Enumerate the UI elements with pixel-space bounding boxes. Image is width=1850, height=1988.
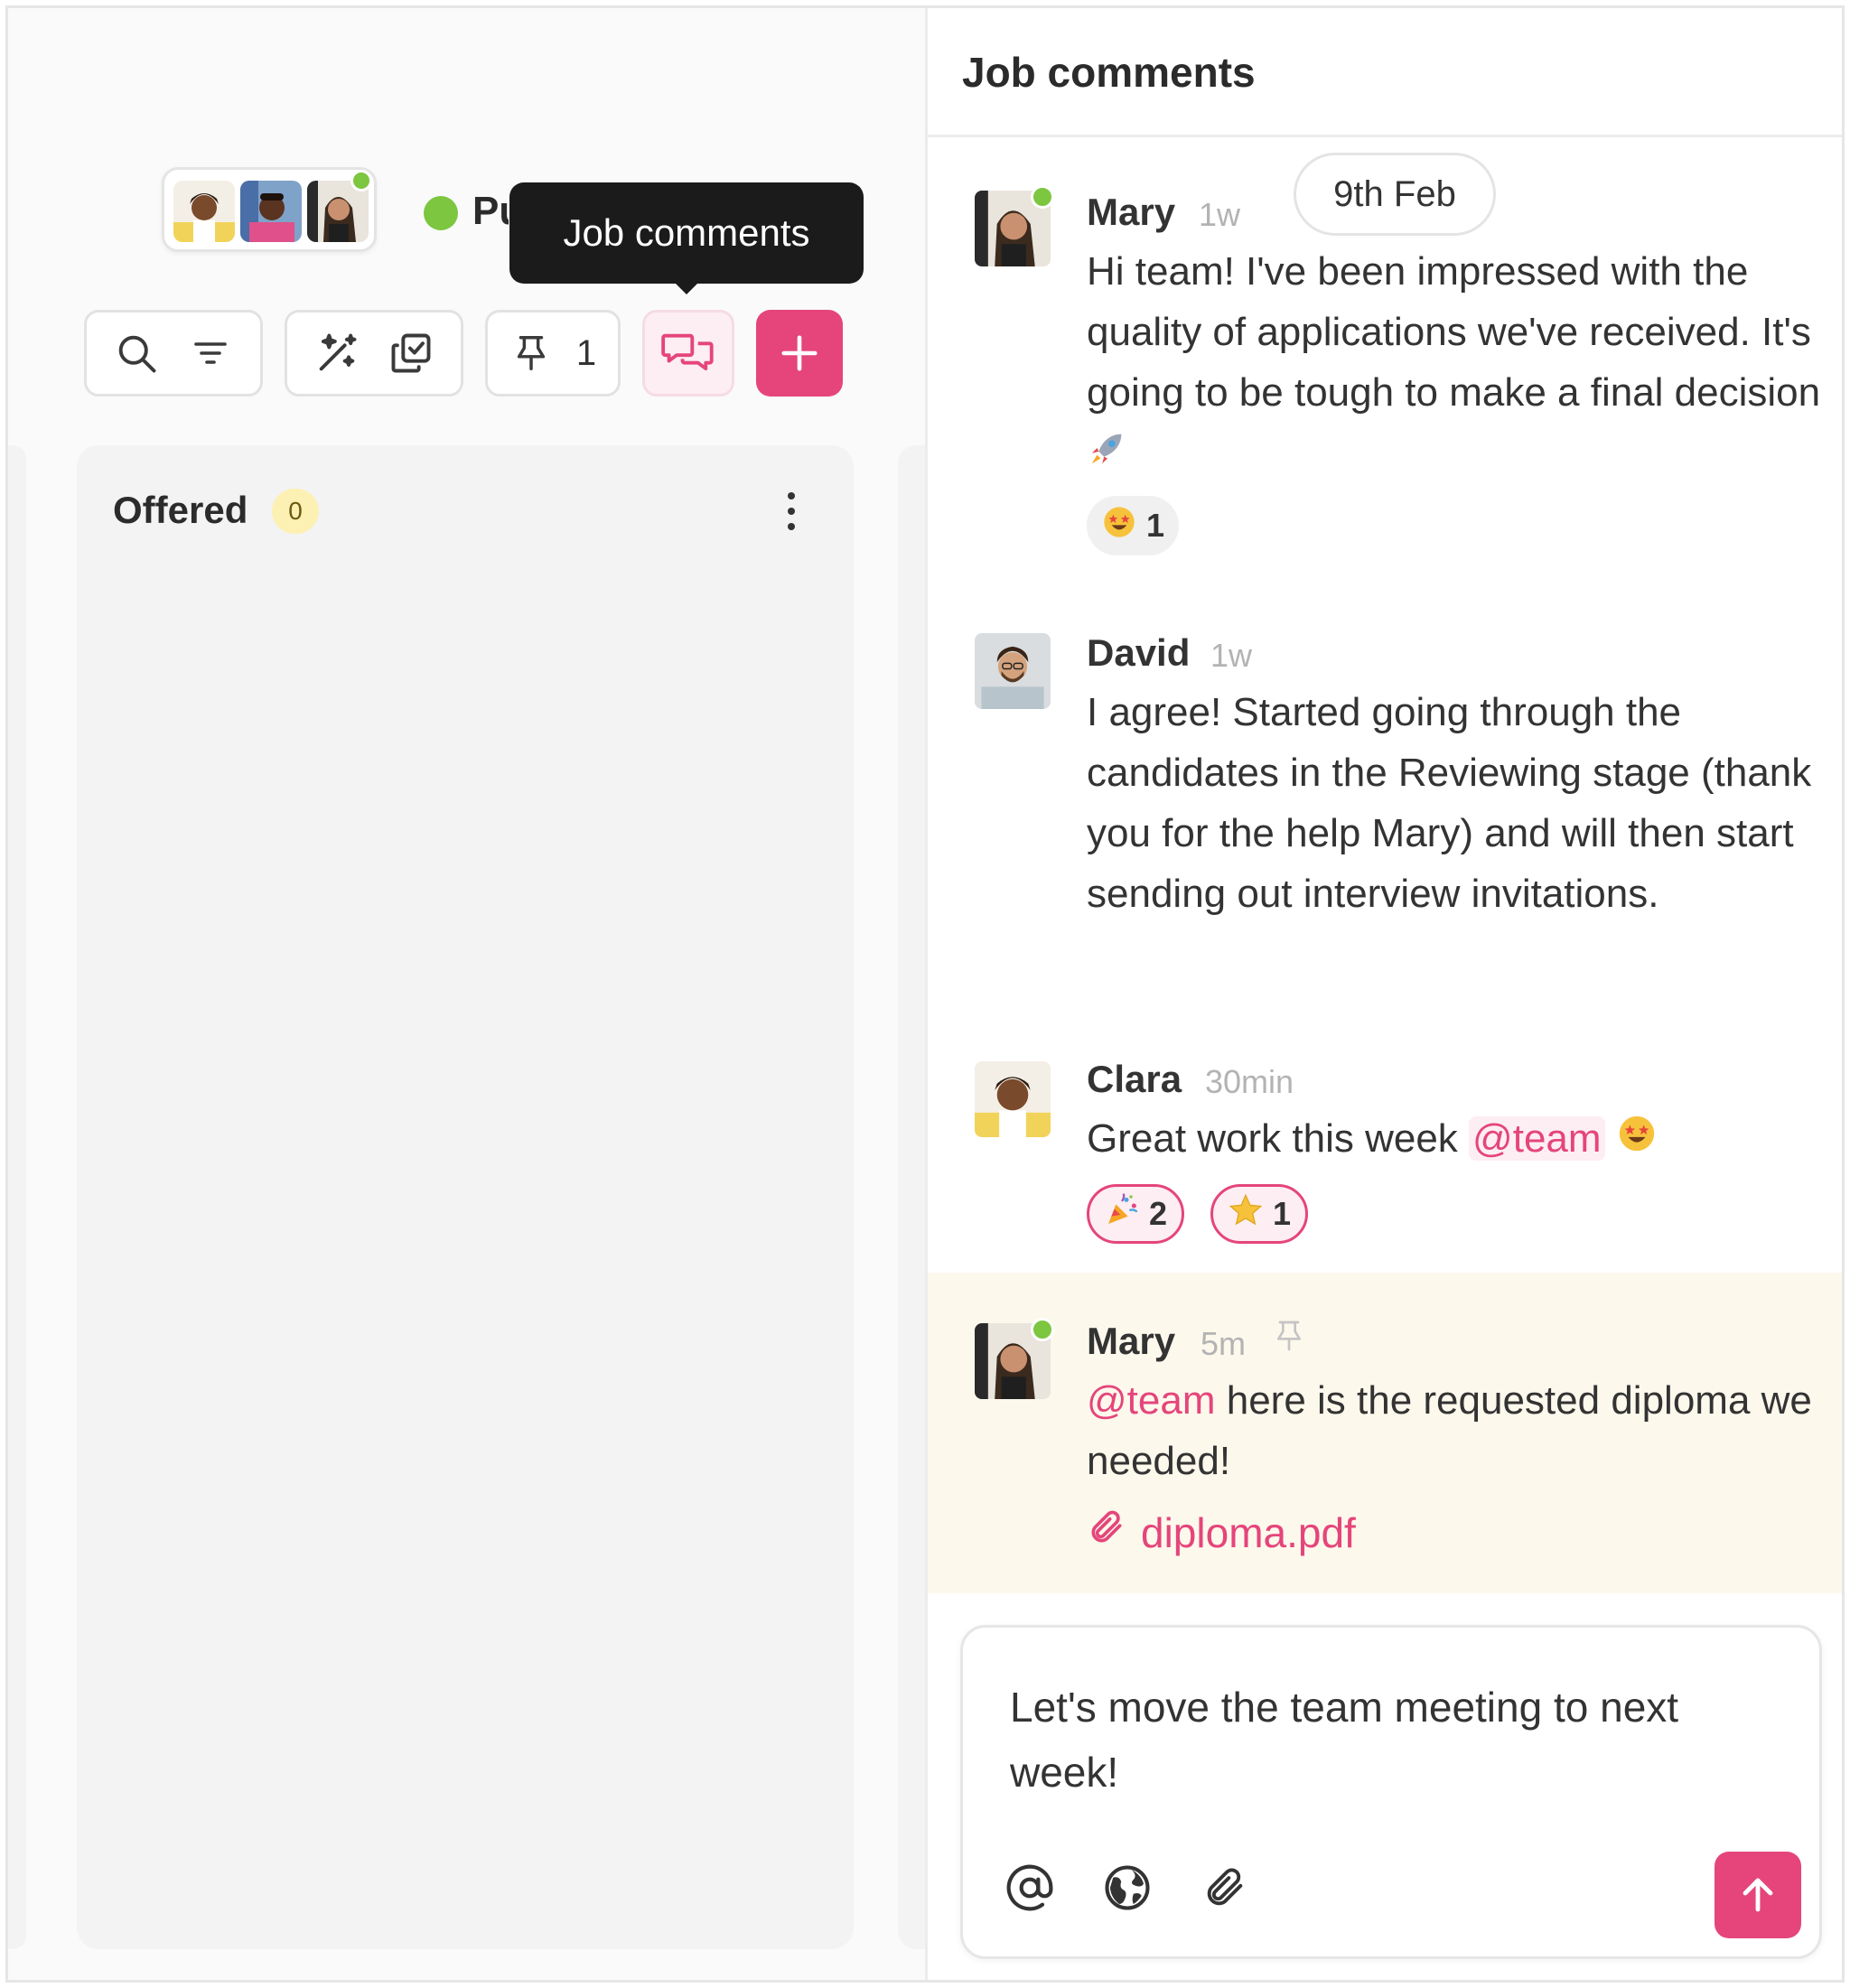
comment-text-content: Great work this week — [1087, 1116, 1458, 1161]
comments-icon — [661, 333, 714, 371]
filter-icon[interactable] — [185, 328, 236, 378]
composer-input[interactable]: Let's move the team meeting to next week… — [1010, 1675, 1787, 1805]
plus-icon — [781, 335, 818, 371]
globe-icon[interactable] — [1100, 1861, 1154, 1915]
attachment-filename: diploma.pdf — [1141, 1508, 1356, 1556]
add-button[interactable] — [756, 310, 843, 397]
pin-icon[interactable] — [1271, 1316, 1307, 1360]
online-indicator — [1031, 1318, 1054, 1341]
comment-text: I agree! Started going through the candi… — [1087, 690, 1812, 916]
app-frame: Pu 1 — [5, 5, 1845, 1983]
reaction-count: 1 — [1146, 507, 1165, 544]
rocket-emoji-icon — [1087, 425, 1128, 486]
date-separator: 9th Feb — [1294, 153, 1496, 236]
pipeline-column-offered: Offered 0 — [77, 445, 854, 1949]
star-struck-emoji-icon — [1616, 1111, 1658, 1171]
comment-text-content: Hi team! I've been impressed with the qu… — [1087, 249, 1821, 415]
comment-text: @team here is the requested diploma we n… — [1087, 1370, 1827, 1491]
attachment-link[interactable]: diploma.pdf — [1087, 1507, 1356, 1557]
actions-group — [285, 310, 463, 397]
comment-time: 1w — [1210, 637, 1253, 674]
column-title: Offered — [113, 489, 248, 531]
avatar — [173, 181, 235, 242]
panel-title: Job comments — [962, 49, 1256, 96]
reaction-button[interactable]: 1 — [1210, 1184, 1309, 1244]
star-struck-emoji-icon — [1101, 504, 1137, 548]
pin-icon — [509, 328, 553, 378]
arrow-up-icon — [1743, 1878, 1773, 1912]
tooltip: Job comments — [509, 182, 864, 294]
magic-wand-icon[interactable] — [312, 328, 362, 378]
comment-author: David — [1087, 631, 1191, 674]
reaction-count: 2 — [1149, 1195, 1168, 1232]
panel-header: Job comments — [928, 8, 1842, 137]
online-indicator — [1031, 185, 1054, 209]
paperclip-icon[interactable] — [1198, 1861, 1252, 1915]
status-indicator — [424, 196, 458, 230]
pinned-button[interactable]: 1 — [485, 310, 621, 397]
comment-author: Mary — [1087, 191, 1176, 233]
star-emoji-icon — [1228, 1192, 1264, 1237]
comment-text: Great work this week @team — [1087, 1108, 1827, 1171]
online-indicator — [350, 170, 372, 191]
mention[interactable]: @team — [1087, 1378, 1215, 1423]
team-avatars[interactable] — [162, 167, 377, 252]
tooltip-label: Job comments — [563, 211, 810, 254]
previous-column — [8, 445, 26, 1949]
status-text[interactable]: Pu — [472, 189, 509, 234]
comment-time: 30min — [1205, 1063, 1294, 1100]
more-options-icon[interactable] — [778, 489, 805, 534]
mention[interactable]: @team — [1469, 1116, 1605, 1161]
bulk-select-icon[interactable] — [386, 328, 436, 378]
pinned-count: 1 — [575, 332, 597, 373]
comment-time: 5m — [1201, 1325, 1247, 1362]
search-filter-group — [84, 310, 263, 397]
comment-author: Clara — [1087, 1058, 1182, 1100]
reaction-button[interactable]: 1 — [1087, 496, 1180, 555]
search-icon[interactable] — [111, 328, 162, 378]
reaction-count: 1 — [1273, 1195, 1292, 1232]
send-button[interactable] — [1715, 1852, 1801, 1938]
comment-text: Hi team! I've been impressed with the qu… — [1087, 241, 1827, 486]
party-popper-emoji-icon — [1104, 1192, 1140, 1237]
column-count-badge: 0 — [272, 489, 319, 534]
mention-icon[interactable] — [1003, 1861, 1057, 1915]
comment-composer[interactable]: Let's move the team meeting to next week… — [960, 1625, 1822, 1959]
paperclip-icon — [1087, 1507, 1126, 1557]
comment-author: Mary — [1087, 1320, 1176, 1362]
avatar — [975, 1061, 1051, 1137]
job-comments-panel: Job comments Mary 1w Hi team! I've been … — [925, 8, 1842, 1980]
comment-time: 1w — [1199, 196, 1241, 233]
job-comments-button[interactable] — [642, 310, 734, 397]
reaction-button[interactable]: 2 — [1087, 1184, 1185, 1244]
avatar — [975, 633, 1051, 709]
job-board: Pu 1 — [8, 8, 952, 1980]
avatar — [240, 181, 302, 242]
